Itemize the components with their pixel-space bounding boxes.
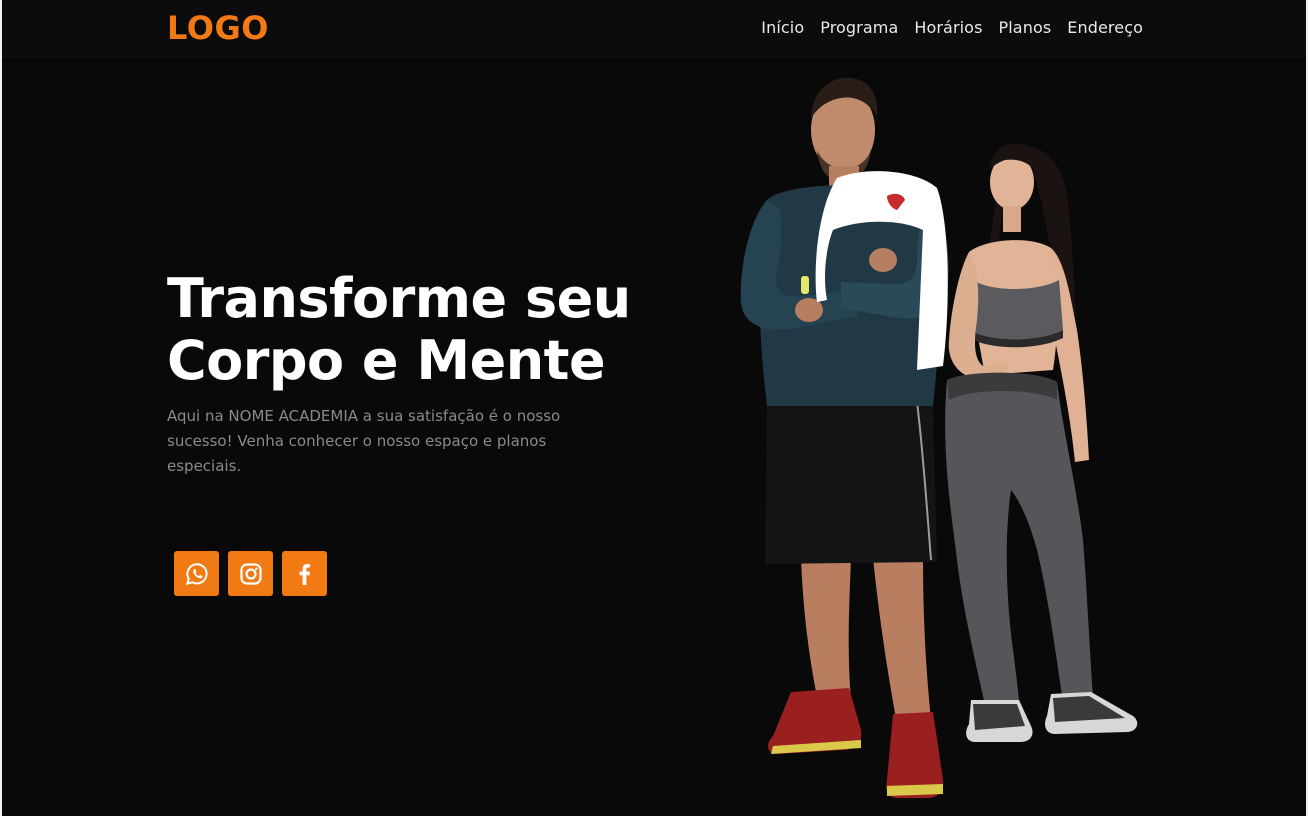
- fitness-couple-image: [740, 77, 1138, 798]
- nav-link-programa[interactable]: Programa: [820, 18, 898, 37]
- hero-title-line-1: Transforme seu: [167, 267, 631, 330]
- man-figure: [740, 77, 949, 798]
- hero-description: Aqui na NOME ACADEMIA a sua satisfação é…: [167, 407, 561, 475]
- facebook-button[interactable]: [282, 551, 327, 596]
- instagram-button[interactable]: [228, 551, 273, 596]
- nav-link-endereco[interactable]: Endereço: [1067, 18, 1143, 37]
- facebook-icon: [292, 561, 318, 587]
- social-links: [174, 551, 327, 596]
- nav-link-planos[interactable]: Planos: [999, 18, 1052, 37]
- nav-link-inicio[interactable]: Início: [761, 18, 804, 37]
- logo[interactable]: LOGO: [167, 9, 269, 47]
- nav-link-horarios[interactable]: Horários: [914, 18, 982, 37]
- woman-figure: [945, 143, 1138, 742]
- hero-title: Transforme seu Corpo e Mente: [167, 268, 637, 392]
- site-header: LOGO Início Programa Horários Planos End…: [2, 0, 1306, 58]
- whatsapp-icon: [184, 561, 210, 587]
- instagram-icon: [238, 561, 264, 587]
- page: LOGO Início Programa Horários Planos End…: [0, 0, 1308, 816]
- whatsapp-button[interactable]: [174, 551, 219, 596]
- hero-title-line-2: Corpo e Mente: [167, 329, 606, 392]
- main-nav: Início Programa Horários Planos Endereço: [761, 18, 1143, 37]
